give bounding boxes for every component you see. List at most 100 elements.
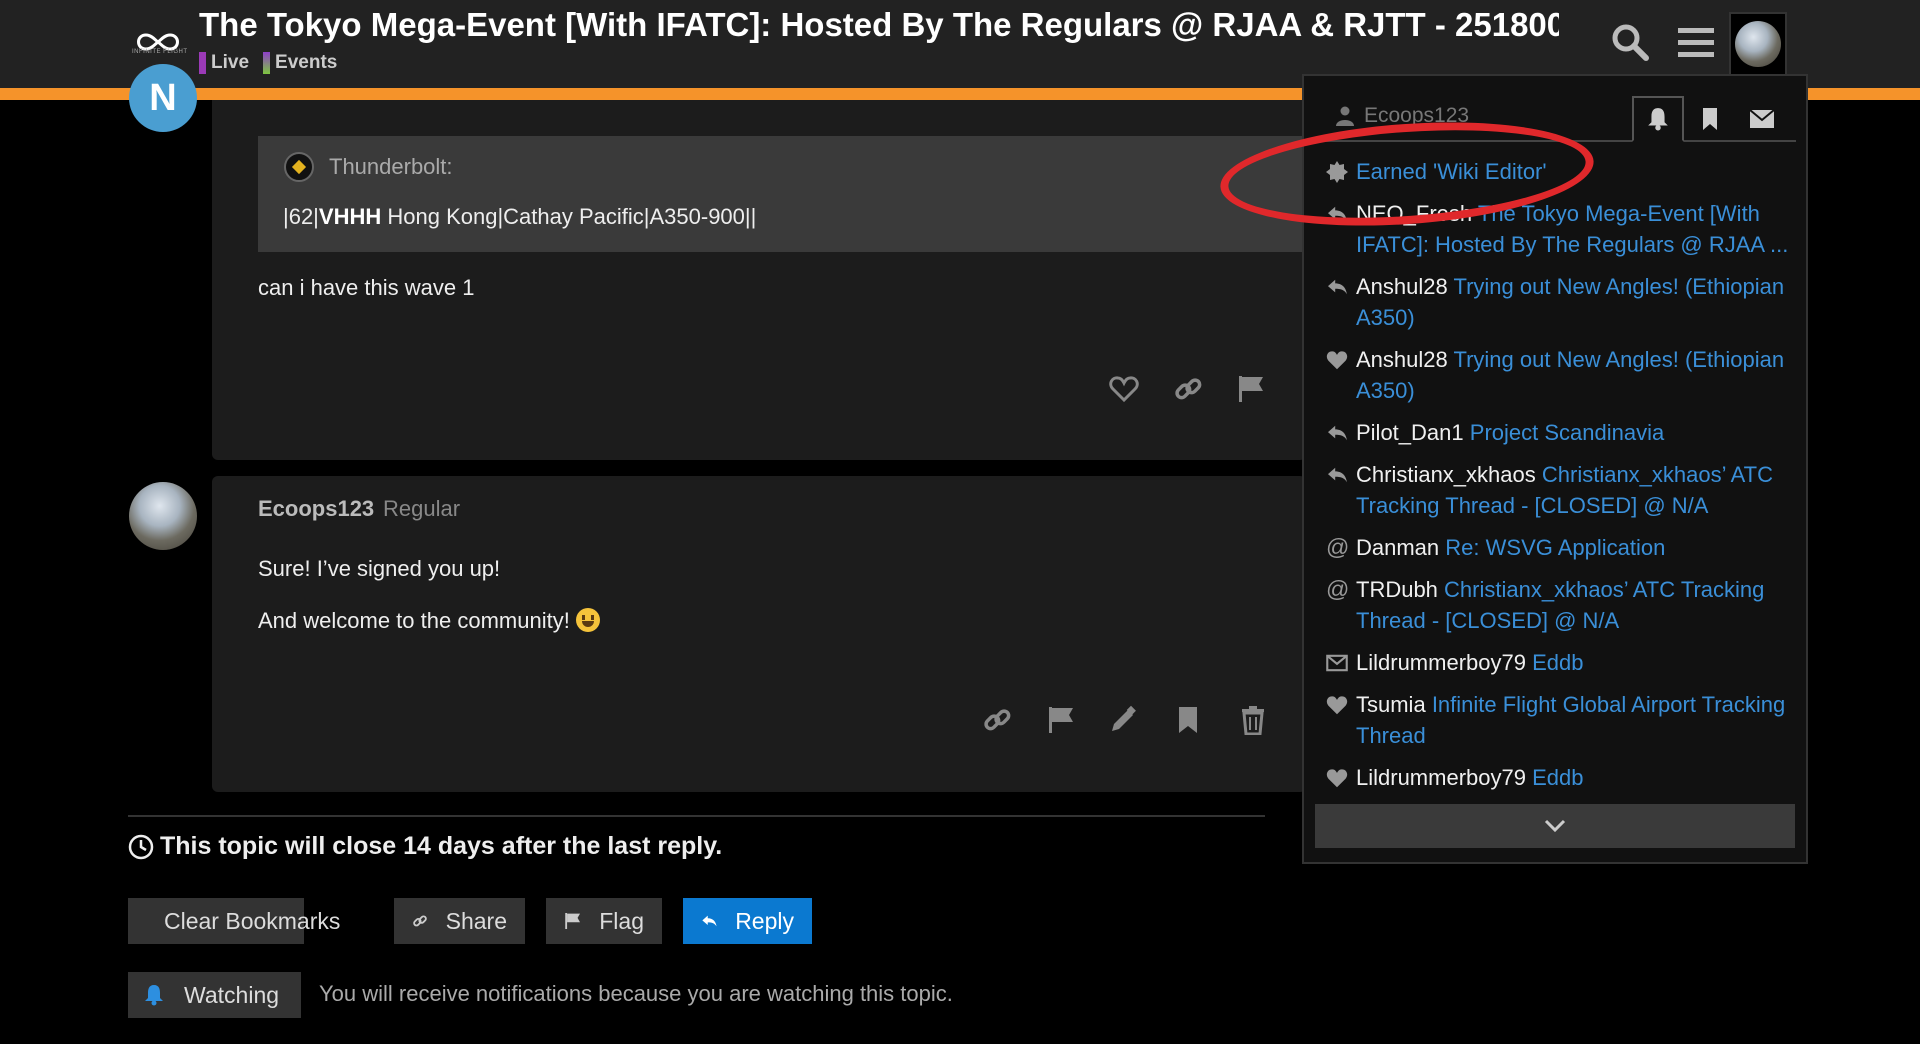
link-icon xyxy=(413,915,427,927)
notification-item[interactable]: Earned 'Wiki Editor' xyxy=(1320,156,1798,187)
link-icon[interactable] xyxy=(1170,371,1206,407)
notification-item[interactable]: Christianx_xkhaos Christianx_xkhaos’ ATC… xyxy=(1320,459,1798,521)
quote-bold-text: VHHH xyxy=(318,204,382,229)
button-label: Share xyxy=(445,907,507,934)
notification-link[interactable]: Eddb xyxy=(1532,650,1583,675)
notification-link[interactable]: Re: WSVG Application xyxy=(1445,535,1665,560)
tab-bookmarks[interactable] xyxy=(1684,96,1736,142)
notification-item[interactable]: @ Danman Re: WSVG Application xyxy=(1320,532,1798,563)
notification-text: Tsumia Infinite Flight Global Airport Tr… xyxy=(1356,689,1796,751)
post-body: can i have this wave 1 xyxy=(258,275,475,300)
user-menu-button[interactable] xyxy=(1729,12,1787,74)
avatar[interactable]: N xyxy=(129,64,197,132)
post-user-title: Regular xyxy=(383,496,461,521)
post-body-text: And welcome to the community! xyxy=(258,608,570,633)
flag-icon xyxy=(565,912,581,930)
user-icon xyxy=(1336,106,1354,126)
at-icon: @ xyxy=(1326,534,1350,560)
topic-title[interactable]: The Tokyo Mega-Event [With IFATC]: Hoste… xyxy=(199,6,1559,44)
notification-user: Anshul28 xyxy=(1356,274,1448,299)
notification-item[interactable]: Tsumia Infinite Flight Global Airport Tr… xyxy=(1320,689,1798,751)
chevron-down-icon xyxy=(1544,819,1566,833)
reply-icon xyxy=(702,915,717,927)
notification-item[interactable]: Anshul28 Trying out New Angles! (Ethiopi… xyxy=(1320,271,1798,333)
logo-text: INFINITE FLIGHT xyxy=(132,49,188,55)
bookmark-icon[interactable] xyxy=(1170,702,1206,738)
share-button[interactable]: Share xyxy=(394,898,525,944)
badge-icon xyxy=(1320,156,1356,187)
flag-icon[interactable] xyxy=(1043,702,1079,738)
tab-notifications[interactable] xyxy=(1632,96,1684,142)
notification-item[interactable]: Lildrummerboy79 Eddb xyxy=(1320,762,1798,793)
envelope-icon xyxy=(1320,647,1356,678)
category-live[interactable]: Live xyxy=(199,52,249,74)
heart-icon xyxy=(1320,689,1356,720)
reply-icon xyxy=(1320,459,1356,490)
quote-author[interactable]: Thunderbolt: xyxy=(329,154,453,180)
category-color-swatch xyxy=(263,52,271,74)
divider xyxy=(128,815,1265,817)
heart-icon xyxy=(1320,762,1356,793)
notification-text: Christianx_xkhaos Christianx_xkhaos’ ATC… xyxy=(1356,459,1796,521)
notification-text: Earned 'Wiki Editor' xyxy=(1356,156,1796,187)
notification-text: TRDubh Christianx_xkhaos’ ATC Tracking T… xyxy=(1356,574,1796,636)
at-icon: @ xyxy=(1326,576,1350,602)
heart-icon[interactable] xyxy=(1106,371,1142,407)
avatar xyxy=(1735,21,1781,67)
notification-item[interactable]: Lildrummerboy79 Eddb xyxy=(1320,647,1798,678)
notification-item[interactable]: @ TRDubh Christianx_xkhaos’ ATC Tracking… xyxy=(1320,574,1798,636)
envelope-icon xyxy=(1749,109,1775,128)
button-label: Reply xyxy=(735,907,794,934)
notification-user: Tsumia xyxy=(1356,692,1426,717)
notification-link[interactable]: Project Scandinavia xyxy=(1470,420,1664,445)
button-label: Flag xyxy=(599,907,644,934)
flag-button[interactable]: Flag xyxy=(546,898,662,944)
pencil-icon[interactable] xyxy=(1105,702,1141,738)
show-more-notifications-button[interactable] xyxy=(1315,804,1795,848)
post-username[interactable]: Ecoops123 xyxy=(258,496,374,522)
notification-level-button[interactable]: Watching xyxy=(128,972,301,1018)
search-icon[interactable] xyxy=(1608,20,1652,64)
notification-user: Anshul28 xyxy=(1356,347,1448,372)
quote-text: |62| xyxy=(283,204,319,229)
notification-text: Anshul28 Trying out New Angles! (Ethiopi… xyxy=(1356,344,1796,406)
avatar[interactable] xyxy=(129,482,197,550)
notification-text: Lildrummerboy79 Eddb xyxy=(1356,647,1796,678)
flag-icon[interactable] xyxy=(1233,371,1269,407)
notification-user: Lildrummerboy79 xyxy=(1356,765,1526,790)
notification-user: TRDubh xyxy=(1356,577,1438,602)
trash-icon[interactable] xyxy=(1235,702,1271,738)
notification-user: Pilot_Dan1 xyxy=(1356,420,1464,445)
bookmark-icon xyxy=(1703,108,1717,130)
notification-user: Christianx_xkhaos xyxy=(1356,462,1536,487)
bell-icon xyxy=(145,985,163,1006)
notification-item[interactable]: NEO_Fresh The Tokyo Mega-Event [With IFA… xyxy=(1320,198,1798,260)
notification-link[interactable]: Eddb xyxy=(1532,765,1583,790)
tab-messages[interactable] xyxy=(1736,96,1788,142)
notification-link[interactable]: Earned 'Wiki Editor' xyxy=(1356,159,1547,184)
reply-icon xyxy=(1320,417,1356,448)
post-body-line: And welcome to the community! xyxy=(258,608,600,634)
notification-item[interactable]: Anshul28 Trying out New Angles! (Ethiopi… xyxy=(1320,344,1798,406)
button-label: Watching xyxy=(184,981,280,1008)
notification-user: Danman xyxy=(1356,535,1440,560)
notification-item[interactable]: Pilot_Dan1 Project Scandinavia xyxy=(1320,417,1798,448)
category-events[interactable]: Events xyxy=(263,52,337,74)
heart-icon xyxy=(1320,344,1356,375)
bell-icon xyxy=(1648,108,1668,131)
notification-level-description: You will receive notifications because y… xyxy=(319,981,953,1006)
notification-user: NEO_Fresh xyxy=(1356,201,1473,226)
button-label: Clear Bookmarks xyxy=(164,907,341,934)
reply-button[interactable]: Reply xyxy=(683,898,812,944)
notification-text: Pilot_Dan1 Project Scandinavia xyxy=(1356,417,1796,448)
topic-timer-notice: This topic will close 14 days after the … xyxy=(128,832,722,861)
notification-text: NEO_Fresh The Tokyo Mega-Event [With IFA… xyxy=(1356,198,1796,260)
notification-user: Lildrummerboy79 xyxy=(1356,650,1526,675)
quote-avatar xyxy=(284,152,314,182)
topic-categories: Live Events xyxy=(199,52,337,74)
panel-username[interactable]: Ecoops123 xyxy=(1336,104,1469,128)
clear-bookmarks-button[interactable]: Clear Bookmarks xyxy=(128,898,340,944)
link-icon[interactable] xyxy=(979,702,1015,738)
category-label: Events xyxy=(275,52,338,73)
hamburger-icon[interactable] xyxy=(1674,20,1718,64)
